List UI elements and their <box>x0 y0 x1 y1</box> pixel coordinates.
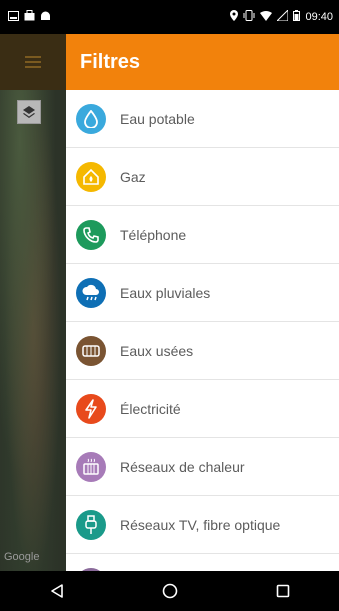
rain-cloud-icon <box>76 277 106 308</box>
layers-button[interactable] <box>17 100 41 124</box>
recents-button[interactable] <box>263 571 303 611</box>
vibrate-icon <box>243 10 255 24</box>
home-icon <box>162 583 177 599</box>
filter-label: Gaz <box>120 168 146 185</box>
home-button[interactable] <box>150 571 190 611</box>
status-time: 09:40 <box>305 10 333 23</box>
filter-item-telephone[interactable]: Téléphone <box>66 206 339 264</box>
back-icon <box>50 584 63 598</box>
filters-drawer: Filtres Eau potable Gaz Téléphone Eaux p… <box>66 34 339 571</box>
status-bar-left <box>8 10 51 24</box>
phone-icon <box>76 219 106 250</box>
filter-label: Eaux usées <box>120 342 194 359</box>
status-bar-right: 09:40 <box>230 8 333 24</box>
filter-item-eau-potable[interactable]: Eau potable <box>66 90 339 148</box>
google-attribution: Google <box>4 551 40 563</box>
app-toolbar-dimmed <box>0 34 66 90</box>
sewer-icon <box>76 335 106 366</box>
location-icon <box>230 10 239 24</box>
back-button[interactable] <box>37 571 77 611</box>
gas-house-icon <box>76 161 106 192</box>
filter-list: Eau potable Gaz Téléphone Eaux pluviales… <box>66 90 339 571</box>
battery-icon <box>293 10 301 24</box>
menu-icon[interactable] <box>25 56 41 68</box>
filter-label: Réseaux TV, fibre optique <box>120 516 281 533</box>
wifi-icon <box>260 10 273 24</box>
filter-item-reseaux-tv-fibre-optique[interactable]: Réseaux TV, fibre optique <box>66 496 339 554</box>
drawer-title: Filtres <box>80 50 141 73</box>
signal-icon <box>276 8 289 24</box>
layers-icon <box>23 106 35 118</box>
water-drop-icon <box>76 103 106 134</box>
lightning-icon <box>76 393 106 424</box>
status-bar: 09:40 <box>0 0 339 34</box>
filter-item-electricite[interactable]: Électricité <box>66 380 339 438</box>
filter-label: Électricité <box>120 400 181 417</box>
recents-icon <box>276 584 289 598</box>
android-icon <box>40 10 51 24</box>
navigation-bar <box>0 571 339 611</box>
filter-label: Téléphone <box>120 226 187 243</box>
fiber-plug-icon <box>76 509 106 540</box>
filter-label: Réseaux de chaleur <box>120 458 245 475</box>
screenshot-icon <box>8 10 19 24</box>
filter-label: Eaux pluviales <box>120 284 211 301</box>
filter-item-reseaux-de-chaleur[interactable]: Réseaux de chaleur <box>66 438 339 496</box>
drawer-header: Filtres <box>66 34 339 90</box>
filter-item-gaz[interactable]: Gaz <box>66 148 339 206</box>
filter-item-eaux-usees[interactable]: Eaux usées <box>66 322 339 380</box>
filter-label: Eau potable <box>120 110 195 127</box>
bag-icon <box>24 10 35 24</box>
filter-item-partial[interactable] <box>66 554 339 571</box>
filter-item-eaux-pluviales[interactable]: Eaux pluviales <box>66 264 339 322</box>
heat-network-icon <box>76 451 106 482</box>
map-view[interactable]: Google <box>0 34 66 571</box>
